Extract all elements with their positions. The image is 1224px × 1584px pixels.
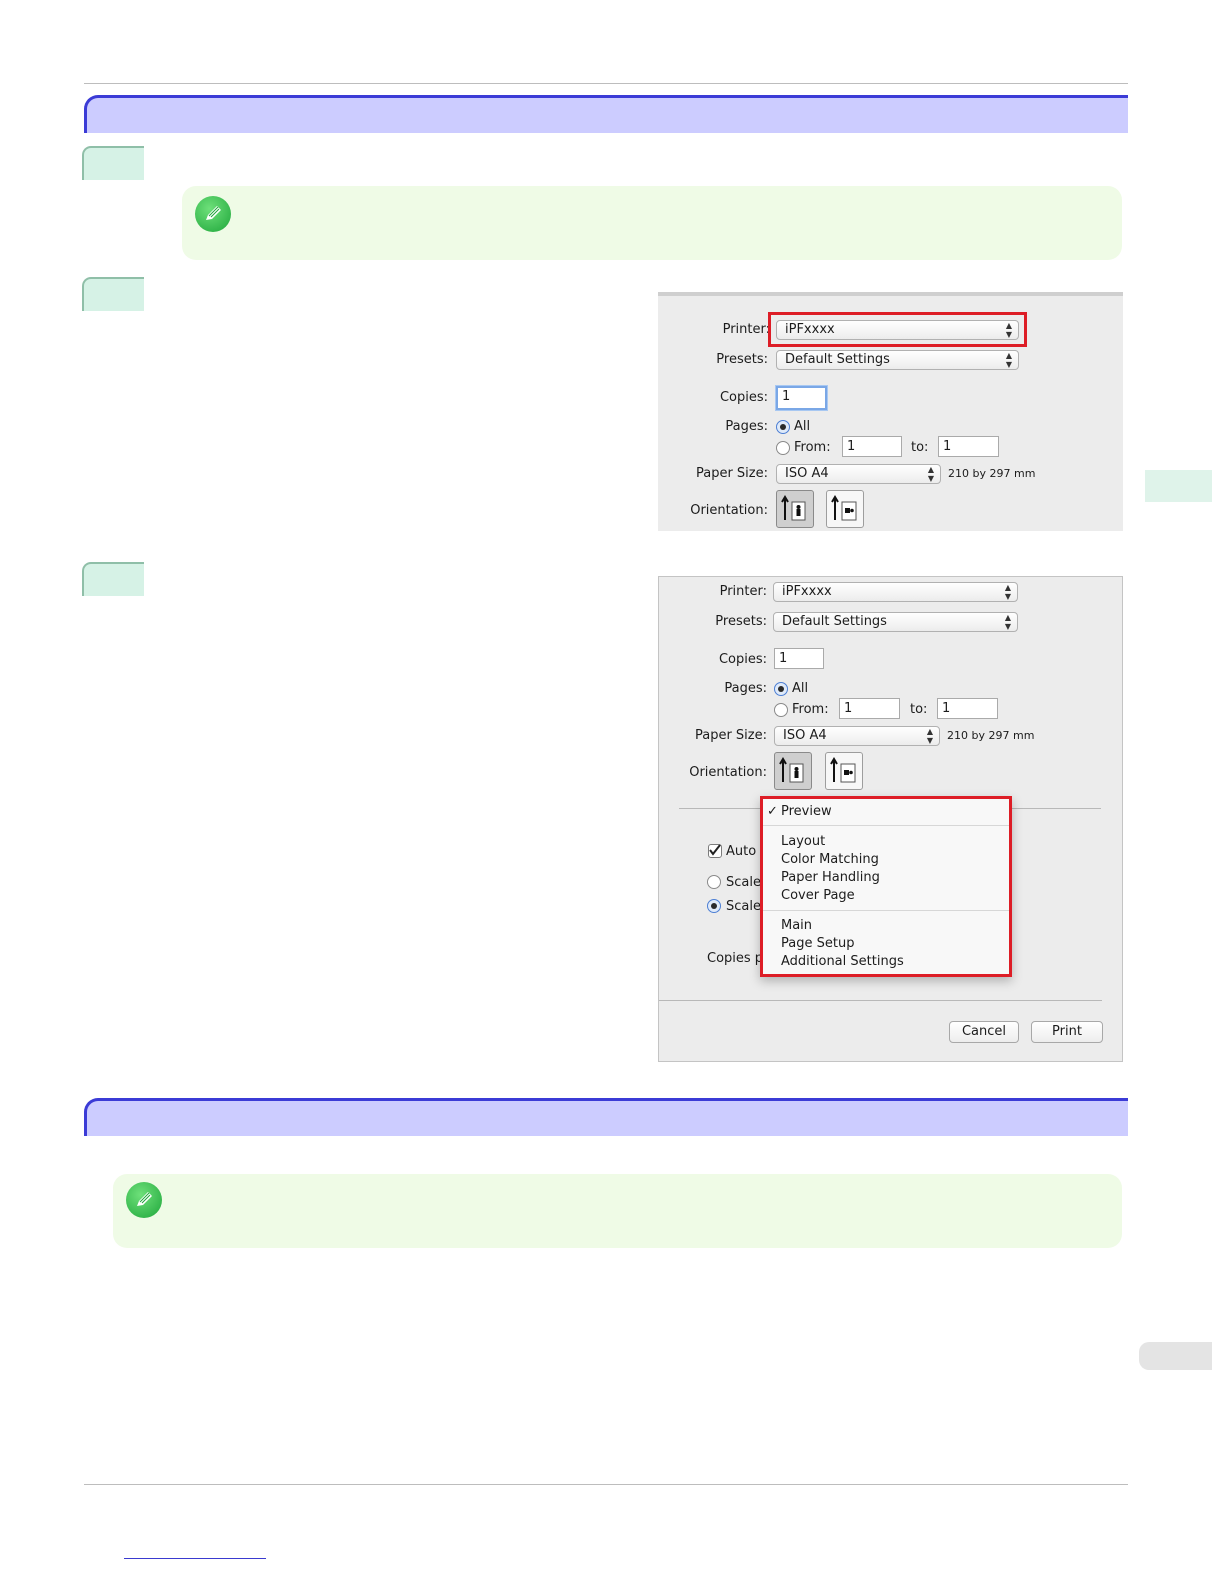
print-dialog-top: Printer: iPFxxxx ▲ ▼ Presets: Default Set… (658, 292, 1123, 531)
paper-size-value: ISO A4 (785, 466, 829, 481)
auto-checkbox[interactable] (708, 844, 722, 858)
to-field[interactable]: 1 (937, 698, 998, 719)
presets-popup[interactable]: Default Settings ▲ ▼ (773, 612, 1018, 632)
portrait-button[interactable] (776, 490, 814, 528)
paper-size-dims: 210 by 297 mm (948, 467, 1036, 480)
paper-size-value: ISO A4 (783, 728, 827, 743)
printer-label: Printer: (722, 322, 770, 337)
bottom-rule (84, 1484, 1128, 1485)
menu-item-layout[interactable]: Layout (781, 834, 825, 849)
cancel-button[interactable]: Cancel (949, 1021, 1019, 1043)
presets-label: Presets: (715, 614, 767, 629)
printer-value: iPFxxxx (782, 584, 832, 599)
pages-all-radio[interactable] (776, 420, 790, 434)
menu-item-main[interactable]: Main (781, 918, 812, 933)
pages-label: Pages: (725, 419, 768, 434)
pages-from-radio[interactable] (774, 703, 788, 717)
presets-popup[interactable]: Default Settings ▲ ▼ (776, 350, 1019, 370)
pane-menu: ✓ Preview Layout Color Matching Paper Ha… (760, 796, 1012, 977)
from-field[interactable]: 1 (842, 436, 902, 457)
scale-radio-1[interactable] (707, 875, 721, 889)
note-pencil-icon (195, 196, 231, 232)
top-rule (84, 83, 1128, 84)
menu-item-paper-handling[interactable]: Paper Handling (781, 870, 880, 885)
pages-from-label: From: (792, 702, 829, 717)
presets-value: Default Settings (782, 614, 887, 629)
step-tab-1 (82, 146, 144, 180)
scale-radio-2[interactable] (707, 899, 721, 913)
portrait-button[interactable] (774, 752, 812, 790)
landscape-icon (830, 757, 856, 783)
side-chapter-tab (1145, 470, 1212, 502)
copies-label: Copies: (718, 652, 767, 667)
copies-per-label: Copies p (707, 951, 764, 966)
print-dialog-bottom: Printer: iPFxxxx ▲ ▼ Presets: Default Set… (658, 576, 1123, 1062)
menu-separator (763, 910, 1009, 911)
copies-field[interactable]: 1 (774, 648, 824, 669)
pages-from-label: From: (794, 440, 831, 455)
footer-link-underline[interactable] (124, 1558, 266, 1559)
scale-label-1: Scale (726, 875, 761, 890)
menu-item-color-matching[interactable]: Color Matching (781, 852, 879, 867)
section-header-2 (84, 1098, 1128, 1136)
checkmark-icon (709, 844, 721, 856)
section-header-1 (84, 95, 1128, 133)
pages-all-label: All (792, 681, 809, 696)
orientation-label: Orientation: (689, 765, 767, 780)
presets-value: Default Settings (785, 352, 890, 367)
menu-separator (763, 825, 1009, 826)
portrait-icon (781, 495, 806, 521)
popup-arrows-icon: ▲ ▼ (926, 727, 933, 745)
landscape-button[interactable] (826, 490, 864, 528)
pages-from-radio[interactable] (776, 441, 790, 455)
paper-size-label: Paper Size: (695, 466, 768, 481)
print-button[interactable]: Print (1031, 1021, 1103, 1043)
popup-arrows-icon: ▲ ▼ (927, 465, 934, 483)
pages-label: Pages: (724, 681, 767, 696)
paper-size-popup[interactable]: ISO A4 ▲ ▼ (776, 464, 941, 484)
from-field[interactable]: 1 (839, 698, 900, 719)
popup-arrows-icon: ▲ ▼ (1004, 583, 1011, 601)
pages-all-radio[interactable] (774, 682, 788, 696)
popup-arrows-icon: ▲ ▼ (1005, 351, 1012, 369)
note-box-2 (113, 1174, 1122, 1248)
menu-item-preview[interactable]: Preview (781, 804, 832, 819)
footer-divider (659, 1000, 1102, 1001)
to-label: to: (911, 440, 929, 455)
step-tab-3 (82, 562, 144, 596)
menu-item-page-setup[interactable]: Page Setup (781, 936, 854, 951)
copies-field[interactable]: 1 (776, 386, 827, 410)
landscape-icon (831, 495, 857, 521)
popup-arrows-icon: ▲ ▼ (1004, 613, 1011, 631)
printer-label: Printer: (719, 584, 767, 599)
side-index-tab (1139, 1342, 1212, 1370)
note-pencil-icon (126, 1182, 162, 1218)
menu-item-cover-page[interactable]: Cover Page (781, 888, 855, 903)
scale-label-2: Scale (726, 899, 761, 914)
step-tab-2 (82, 277, 144, 311)
landscape-button[interactable] (825, 752, 863, 790)
printer-popup[interactable]: iPFxxxx ▲ ▼ (773, 582, 1018, 602)
menu-item-additional-settings[interactable]: Additional Settings (781, 954, 904, 969)
copies-label: Copies: (719, 390, 768, 405)
to-field[interactable]: 1 (938, 436, 999, 457)
orientation-label: Orientation: (690, 503, 768, 518)
paper-size-popup[interactable]: ISO A4 ▲ ▼ (774, 726, 940, 746)
presets-label: Presets: (716, 352, 768, 367)
pages-all-label: All (794, 419, 811, 434)
paper-size-dims: 210 by 297 mm (947, 729, 1035, 742)
printer-highlight-box (768, 312, 1027, 347)
to-label: to: (910, 702, 928, 717)
checkmark-icon: ✓ (767, 804, 778, 819)
paper-size-label: Paper Size: (694, 728, 767, 743)
note-box-1 (182, 186, 1122, 260)
portrait-icon (779, 757, 804, 783)
auto-label: Auto (726, 844, 757, 859)
